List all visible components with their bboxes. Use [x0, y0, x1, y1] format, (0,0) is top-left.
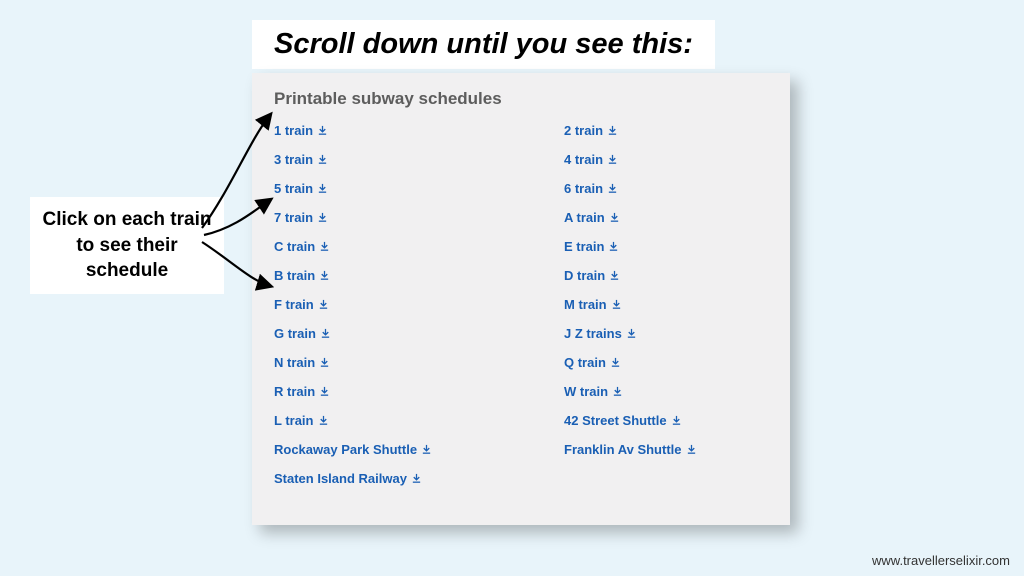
schedules-col-left: 1 train 3 train 5 train 7 train C train …: [274, 123, 564, 486]
callout-text: Click on each train to see their schedul…: [36, 207, 218, 284]
schedule-label: C train: [274, 239, 315, 254]
download-icon: [317, 154, 328, 165]
schedule-label: Franklin Av Shuttle: [564, 442, 682, 457]
schedule-label: B train: [274, 268, 315, 283]
schedule-label: A train: [564, 210, 605, 225]
download-icon: [411, 473, 422, 484]
headline-box: Scroll down until you see this:: [252, 20, 715, 69]
download-icon: [319, 241, 330, 252]
schedule-link-4[interactable]: 4 train: [564, 152, 768, 167]
schedule-label: F train: [274, 297, 314, 312]
download-icon: [609, 212, 620, 223]
schedule-link-q[interactable]: Q train: [564, 355, 768, 370]
schedule-link-1[interactable]: 1 train: [274, 123, 564, 138]
schedule-link-rockaway[interactable]: Rockaway Park Shuttle: [274, 442, 564, 457]
schedule-link-b[interactable]: B train: [274, 268, 564, 283]
panel-title: Printable subway schedules: [274, 89, 768, 109]
schedule-label: 1 train: [274, 123, 313, 138]
schedule-link-n[interactable]: N train: [274, 355, 564, 370]
schedule-link-a[interactable]: A train: [564, 210, 768, 225]
schedule-link-2[interactable]: 2 train: [564, 123, 768, 138]
download-icon: [671, 415, 682, 426]
schedule-link-c[interactable]: C train: [274, 239, 564, 254]
callout-box: Click on each train to see their schedul…: [30, 197, 224, 294]
schedule-link-l[interactable]: L train: [274, 413, 564, 428]
download-icon: [612, 386, 623, 397]
schedule-link-42[interactable]: 42 Street Shuttle: [564, 413, 768, 428]
schedule-link-e[interactable]: E train: [564, 239, 768, 254]
download-icon: [318, 415, 329, 426]
headline-text: Scroll down until you see this:: [274, 28, 693, 61]
schedule-label: 3 train: [274, 152, 313, 167]
schedule-label: 42 Street Shuttle: [564, 413, 667, 428]
download-icon: [626, 328, 637, 339]
download-icon: [317, 125, 328, 136]
schedule-link-3[interactable]: 3 train: [274, 152, 564, 167]
schedule-label: 2 train: [564, 123, 603, 138]
schedule-link-g[interactable]: G train: [274, 326, 564, 341]
schedule-link-w[interactable]: W train: [564, 384, 768, 399]
download-icon: [611, 299, 622, 310]
download-icon: [319, 270, 330, 281]
schedule-label: M train: [564, 297, 607, 312]
schedule-label: Rockaway Park Shuttle: [274, 442, 417, 457]
schedule-link-jz[interactable]: J Z trains: [564, 326, 768, 341]
schedule-link-f[interactable]: F train: [274, 297, 564, 312]
download-icon: [607, 183, 618, 194]
schedule-link-6[interactable]: 6 train: [564, 181, 768, 196]
schedule-link-d[interactable]: D train: [564, 268, 768, 283]
schedule-label: 4 train: [564, 152, 603, 167]
download-icon: [320, 328, 331, 339]
download-icon: [317, 212, 328, 223]
schedule-label: Q train: [564, 355, 606, 370]
schedules-col-right: 2 train 4 train 6 train A train E train …: [564, 123, 768, 486]
schedule-label: 7 train: [274, 210, 313, 225]
schedule-label: W train: [564, 384, 608, 399]
download-icon: [610, 357, 621, 368]
schedule-label: J Z trains: [564, 326, 622, 341]
schedule-label: E train: [564, 239, 604, 254]
schedule-label: G train: [274, 326, 316, 341]
download-icon: [608, 241, 619, 252]
schedule-label: L train: [274, 413, 314, 428]
schedule-link-sir[interactable]: Staten Island Railway: [274, 471, 564, 486]
download-icon: [317, 183, 328, 194]
download-icon: [319, 357, 330, 368]
footer-url: www.travellerselixir.com: [872, 553, 1010, 568]
schedules-panel: Printable subway schedules 1 train 3 tra…: [252, 73, 790, 525]
schedule-label: D train: [564, 268, 605, 283]
download-icon: [607, 125, 618, 136]
schedule-label: 5 train: [274, 181, 313, 196]
schedule-label: R train: [274, 384, 315, 399]
schedule-label: Staten Island Railway: [274, 471, 407, 486]
download-icon: [319, 386, 330, 397]
schedule-link-r[interactable]: R train: [274, 384, 564, 399]
schedule-link-franklin[interactable]: Franklin Av Shuttle: [564, 442, 768, 457]
schedule-label: N train: [274, 355, 315, 370]
schedule-link-7[interactable]: 7 train: [274, 210, 564, 225]
download-icon: [609, 270, 620, 281]
download-icon: [421, 444, 432, 455]
schedules-columns: 1 train 3 train 5 train 7 train C train …: [274, 123, 768, 486]
download-icon: [318, 299, 329, 310]
schedule-link-5[interactable]: 5 train: [274, 181, 564, 196]
download-icon: [686, 444, 697, 455]
schedule-label: 6 train: [564, 181, 603, 196]
schedule-link-m[interactable]: M train: [564, 297, 768, 312]
download-icon: [607, 154, 618, 165]
